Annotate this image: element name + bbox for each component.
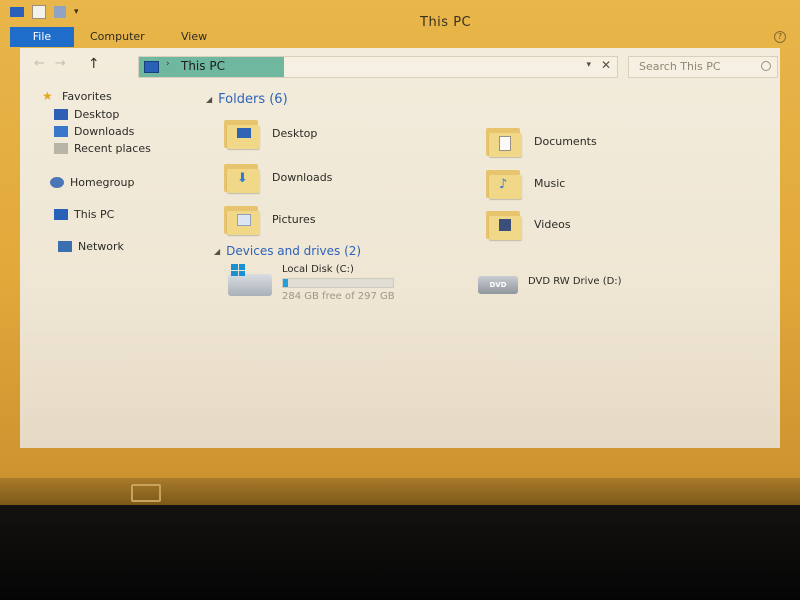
folder-videos[interactable]: Videos <box>486 207 571 241</box>
computer-icon <box>54 209 68 220</box>
title-bar: ▾ This PC <box>0 0 800 30</box>
nav-item-this-pc[interactable]: This PC <box>54 208 114 221</box>
recent-places-icon <box>54 143 68 154</box>
nav-item-homegroup[interactable]: Homegroup <box>50 176 134 189</box>
section-heading: Folders (6) <box>218 92 288 107</box>
folder-documents[interactable]: Documents <box>486 124 597 158</box>
drive-label: Local Disk (C:) <box>282 264 354 275</box>
nav-label: Desktop <box>74 108 120 121</box>
file-explorer-taskbar-icon[interactable] <box>131 484 161 502</box>
music-folder-icon: ♪ <box>486 166 524 200</box>
tab-file[interactable]: File <box>10 27 74 47</box>
customize-toolbar-icon[interactable]: ▾ <box>74 7 79 17</box>
taskbar <box>0 478 800 505</box>
back-button[interactable]: ← <box>34 56 45 72</box>
pictures-folder-icon <box>224 202 262 236</box>
help-icon[interactable]: ? <box>774 31 786 43</box>
network-icon <box>58 241 72 252</box>
nav-item-network[interactable]: Network <box>58 240 124 253</box>
navigation-buttons: ← → ↑ <box>34 56 100 72</box>
search-input[interactable]: Search This PC <box>628 56 778 78</box>
folder-downloads[interactable]: ⬇ Downloads <box>224 160 332 194</box>
search-placeholder: Search This PC <box>639 60 721 73</box>
drive-local-disk[interactable]: Local Disk (C:) 284 GB free of 297 GB <box>228 264 395 302</box>
chevron-down-icon[interactable]: ▾ <box>586 60 591 70</box>
folder-label: Desktop <box>272 126 318 140</box>
drive-free-space: 284 GB free of 297 GB <box>282 291 395 302</box>
drive-dvd[interactable]: DVD DVD RW Drive (D:) <box>478 270 622 294</box>
folder-desktop[interactable]: Desktop <box>224 116 317 150</box>
downloads-folder-icon: ⬇ <box>224 160 262 194</box>
local-disk-icon <box>228 264 272 296</box>
folder-label: Pictures <box>272 212 316 226</box>
desktop-icon <box>54 109 68 120</box>
nav-item-downloads[interactable]: Downloads <box>54 125 134 138</box>
close-icon[interactable]: ✕ <box>601 58 611 72</box>
nav-label: This PC <box>74 208 115 221</box>
breadcrumb-separator[interactable]: › <box>166 59 170 69</box>
search-icon[interactable] <box>761 61 771 71</box>
explorer-window: ← → ↑ › This PC ▾ ✕ Search This PC ★ Fav… <box>20 48 780 448</box>
folder-label: Downloads <box>272 170 333 184</box>
folders-section-header[interactable]: ◢ Folders (6) <box>206 92 288 107</box>
windows-logo-icon <box>231 264 245 276</box>
nav-label: Homegroup <box>70 176 135 189</box>
nav-label: Recent places <box>74 142 151 155</box>
videos-folder-icon <box>486 207 524 241</box>
drive-usage-fill <box>283 279 288 287</box>
properties-icon[interactable] <box>32 5 46 19</box>
navigation-pane: ★ Favorites Desktop Downloads Recent pla… <box>20 88 190 428</box>
section-heading: Devices and drives (2) <box>226 244 362 258</box>
documents-folder-icon <box>486 124 524 158</box>
nav-label: Downloads <box>74 125 135 138</box>
tab-view[interactable]: View <box>181 27 207 47</box>
collapse-icon[interactable]: ◢ <box>206 95 212 104</box>
dvd-drive-icon: DVD <box>478 276 518 294</box>
nav-label: Favorites <box>62 90 112 103</box>
star-icon: ★ <box>42 89 53 103</box>
folder-label: Videos <box>534 217 571 231</box>
devices-section-header[interactable]: ◢ Devices and drives (2) <box>214 244 361 258</box>
folder-pictures[interactable]: Pictures <box>224 202 316 236</box>
nav-item-desktop[interactable]: Desktop <box>54 108 119 121</box>
address-bar[interactable]: › This PC ▾ ✕ <box>138 56 618 78</box>
folder-label: Music <box>534 176 566 190</box>
computer-icon <box>144 61 159 73</box>
folder-label: Documents <box>534 134 597 148</box>
nav-item-recent-places[interactable]: Recent places <box>54 142 151 155</box>
folder-music[interactable]: ♪ Music <box>486 166 565 200</box>
screen: ▾ This PC File Computer View ? ← → ↑ › T… <box>0 0 800 505</box>
homegroup-icon <box>50 177 64 188</box>
ribbon: File Computer View ? <box>0 27 800 47</box>
nav-label: Network <box>78 240 124 253</box>
drive-label: DVD RW Drive (D:) <box>528 276 622 287</box>
quick-access-toolbar: ▾ <box>10 5 79 19</box>
downloads-icon <box>54 126 68 137</box>
monitor-bezel <box>0 505 800 600</box>
desktop-folder-icon <box>224 116 262 150</box>
address-path[interactable]: This PC <box>181 59 225 73</box>
tab-computer[interactable]: Computer <box>90 27 145 47</box>
collapse-icon[interactable]: ◢ <box>214 247 220 256</box>
window-icon <box>10 7 24 17</box>
forward-button[interactable]: → <box>55 56 66 72</box>
up-button[interactable]: ↑ <box>88 56 100 72</box>
nav-item-favorites[interactable]: ★ Favorites <box>42 90 112 103</box>
new-folder-icon[interactable] <box>54 6 66 18</box>
drive-usage-bar <box>282 278 394 288</box>
